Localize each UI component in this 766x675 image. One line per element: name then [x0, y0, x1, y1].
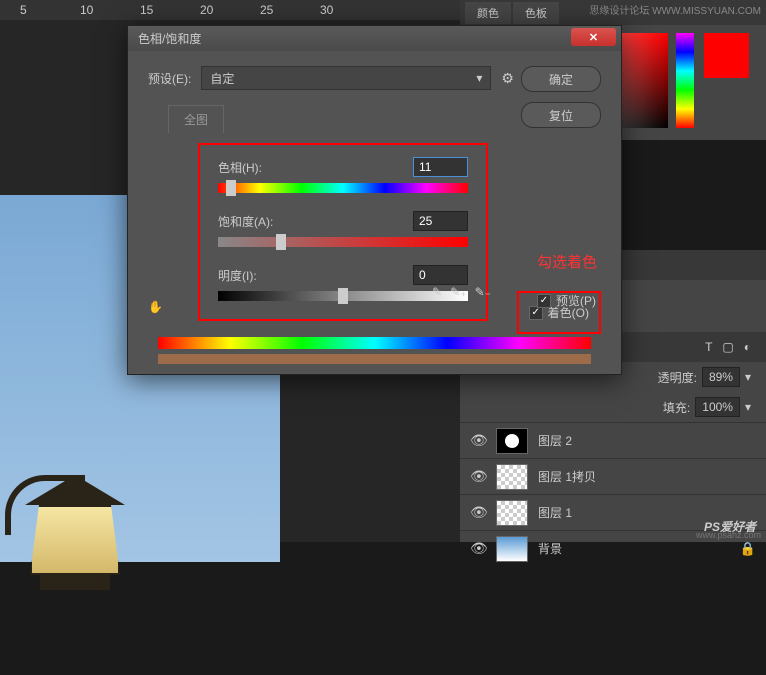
eyedropper-icon[interactable]: ✎ — [432, 285, 442, 299]
rainbow-strip — [158, 337, 591, 349]
preview-label: 预览(P) — [556, 292, 596, 309]
lightness-input[interactable] — [413, 265, 468, 285]
saturation-input[interactable] — [413, 211, 468, 231]
hue-label: 色相(H): — [218, 159, 262, 176]
chevron-down-icon[interactable]: ▾ — [745, 400, 751, 414]
preset-label: 预设(E): — [148, 70, 191, 87]
smart-icon[interactable]: ◐ — [744, 340, 751, 354]
color-swatch[interactable] — [704, 33, 749, 78]
visibility-icon[interactable]: 👁 — [470, 468, 486, 485]
preview-checkbox[interactable]: ✓ — [537, 294, 551, 308]
saturation-label: 饱和度(A): — [218, 213, 273, 230]
chevron-down-icon: ▾ — [476, 71, 482, 85]
visibility-icon[interactable]: 👁 — [470, 432, 486, 449]
url-watermark: www.psahz.com — [696, 530, 761, 540]
hue-input[interactable] — [413, 157, 468, 177]
visibility-icon[interactable]: 👁 — [470, 540, 486, 557]
fill-input[interactable]: 100% — [695, 397, 740, 417]
layer-thumb[interactable] — [496, 536, 528, 562]
layer-thumb[interactable] — [496, 464, 528, 490]
watermark-top: 思缘设计论坛 WWW.MISSYUAN.COM — [589, 2, 761, 17]
reset-button[interactable]: 复位 — [521, 102, 601, 128]
layer-row[interactable]: 👁 图层 2 — [460, 422, 766, 458]
opacity-label: 透明度: — [658, 369, 697, 386]
lamp-graphic — [15, 475, 135, 675]
dialog-titlebar[interactable]: 色相/饱和度 ✕ — [128, 26, 621, 51]
chevron-down-icon[interactable]: ▾ — [745, 370, 751, 384]
lock-icon: 🔒 — [740, 541, 756, 557]
visibility-icon[interactable]: 👁 — [470, 504, 486, 521]
hand-tool[interactable]: ✋ — [148, 300, 163, 314]
dialog-title: 色相/饱和度 — [138, 30, 201, 47]
lightness-label: 明度(I): — [218, 267, 257, 284]
tab-master[interactable]: 全图 — [168, 105, 224, 133]
hue-slider[interactable] — [218, 183, 468, 193]
fill-row: 填充: 100% ▾ — [460, 392, 766, 422]
ok-button[interactable]: 确定 — [521, 66, 601, 92]
layer-name[interactable]: 图层 2 — [538, 432, 572, 449]
layer-thumb[interactable] — [496, 428, 528, 454]
path-icon[interactable]: ▢ — [722, 340, 733, 354]
layer-name[interactable]: 图层 1 — [538, 504, 572, 521]
fill-label: 填充: — [663, 399, 690, 416]
eyedropper-minus-icon[interactable]: ✎₋ — [475, 285, 491, 299]
layer-row[interactable]: 👁 图层 1拷贝 — [460, 458, 766, 494]
tab-color[interactable]: 颜色 — [465, 2, 511, 24]
gear-icon[interactable]: ⚙ — [501, 70, 514, 87]
opacity-input[interactable]: 89% — [702, 367, 740, 387]
tab-swatches[interactable]: 色板 — [513, 2, 559, 24]
saturation-slider[interactable] — [218, 237, 468, 247]
close-button[interactable]: ✕ — [571, 28, 616, 46]
preset-select[interactable]: 自定 ▾ — [201, 66, 491, 90]
layer-name[interactable]: 图层 1拷贝 — [538, 468, 596, 485]
eyedropper-plus-icon[interactable]: ✎₊ — [450, 285, 466, 299]
hue-bar[interactable] — [676, 33, 694, 128]
type-icon[interactable]: T — [705, 340, 712, 354]
hue-saturation-dialog: 色相/饱和度 ✕ 预设(E): 自定 ▾ ⚙ 确定 复位 全图 色相(H): — [127, 25, 622, 375]
annotation-text: 勾选着色 — [537, 251, 597, 272]
layer-thumb[interactable] — [496, 500, 528, 526]
result-strip — [158, 354, 591, 364]
lightness-slider[interactable] — [218, 291, 468, 301]
layer-name[interactable]: 背景 — [538, 540, 562, 557]
preview-row: ✓ 预览(P) — [537, 292, 596, 309]
